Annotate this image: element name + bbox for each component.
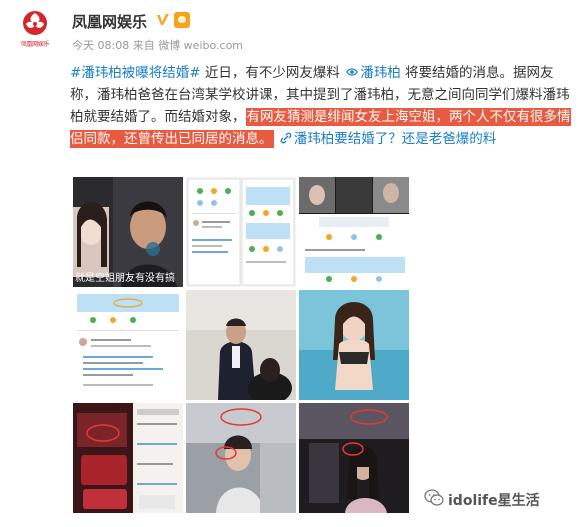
photo-thumbnail[interactable]: [73, 403, 183, 513]
photo-thumbnail[interactable]: [299, 290, 409, 400]
author-avatar[interactable]: 凤凰网娱乐: [14, 8, 56, 50]
phoenix-logo-icon: [23, 11, 47, 35]
photo-thumbnail[interactable]: [299, 177, 409, 287]
author-name[interactable]: 凤凰网娱乐: [72, 11, 147, 32]
link-icon: [346, 68, 358, 76]
photo-thumbnail[interactable]: [186, 403, 296, 513]
logo-caption: 凤凰网娱乐: [20, 41, 50, 48]
vip-badge-icon: [174, 12, 190, 28]
article-link[interactable]: 潘玮柏要结婚了？还是老爸爆的料: [294, 131, 497, 147]
watermark-text: idolife星生活: [448, 493, 540, 509]
photo-thumbnail[interactable]: 就是空姐朋友有没有搞: [73, 177, 183, 287]
photo-thumbnail[interactable]: [186, 290, 296, 400]
wechat-icon: [424, 489, 444, 506]
weibo-post: 凤凰网娱乐 凤凰网娱乐 今天 08:08 来自 微博 weibo.com #潘玮…: [0, 0, 586, 527]
photo-thumbnail[interactable]: [73, 290, 183, 400]
photo-thumbnail[interactable]: [186, 177, 296, 287]
link-icon: [280, 132, 292, 144]
verified-icon: [157, 14, 169, 25]
post-meta: 今天 08:08 来自 微博 weibo.com: [72, 39, 244, 52]
hashtag-link[interactable]: #潘玮柏被曝将结婚#: [70, 65, 201, 81]
photo-thumbnail[interactable]: [299, 403, 409, 513]
post-text: #潘玮柏被曝将结婚# 近日，有不少网友爆料 潘玮柏 将要结婚的消息。据网友称，潘…: [70, 62, 578, 150]
text-segment: 近日，有不少网友爆料: [200, 65, 345, 81]
mention-link[interactable]: 潘玮柏: [360, 65, 401, 81]
photo-caption: 就是空姐朋友有没有搞: [75, 271, 175, 284]
